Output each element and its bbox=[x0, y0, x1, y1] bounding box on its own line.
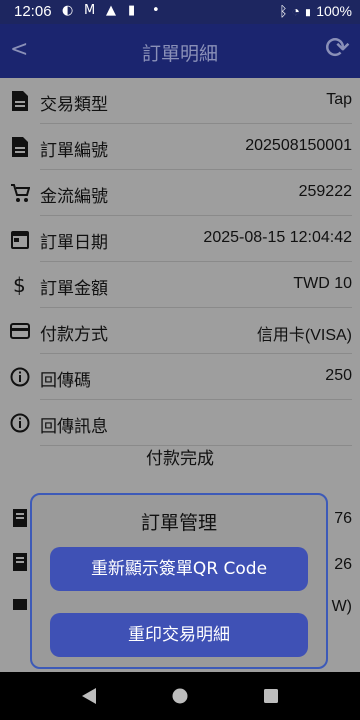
status-bar: 12:06 ◐ M ▲ ▮ • ᛒ ◔ ▮ 100% bbox=[0, 0, 360, 24]
row-value: 259222 bbox=[298, 183, 352, 200]
document-icon bbox=[12, 91, 28, 111]
row-order-date: 訂單日期 2025-08-15 12:04:42 bbox=[0, 216, 360, 262]
system-nav-bar bbox=[0, 672, 360, 720]
document-icon bbox=[12, 137, 28, 157]
row-label: 回傳碼 bbox=[40, 371, 91, 391]
refresh-icon[interactable]: ⟳ bbox=[325, 34, 350, 64]
order-detail-list: 交易類型 Tap 訂單編號 202508150001 金流編號 259222 訂… bbox=[0, 78, 360, 446]
row-label: 交易類型 bbox=[40, 95, 108, 115]
row-payment-flow-number: 金流編號 259222 bbox=[0, 170, 360, 216]
row-order-number: 訂單編號 202508150001 bbox=[0, 124, 360, 170]
app-notification-icon: ◐ bbox=[62, 3, 74, 18]
hidden-row-value: 26 bbox=[334, 556, 352, 573]
order-management-dialog: 訂單管理 重新顯示簽單QR Code 重印交易明細 bbox=[30, 493, 328, 669]
row-label: 訂單編號 bbox=[40, 141, 108, 161]
row-value: TWD 10 bbox=[293, 275, 352, 292]
cart-icon bbox=[11, 184, 30, 202]
row-value: 信用卡(VISA) bbox=[256, 327, 352, 344]
status-time: 12:06 bbox=[14, 3, 52, 20]
notification-icon: ▲ bbox=[106, 3, 116, 18]
hidden-row-value: W) bbox=[331, 598, 352, 615]
credit-card-icon bbox=[10, 323, 30, 339]
bluetooth-icon: ᛒ bbox=[279, 3, 288, 19]
row-value: 2025-08-15 12:04:42 bbox=[203, 229, 352, 246]
wifi-icon: ◔ bbox=[291, 3, 300, 19]
info-icon bbox=[10, 367, 30, 387]
page-title: 訂單明細 bbox=[141, 43, 218, 65]
row-label: 訂單金額 bbox=[40, 279, 108, 299]
nav-recents-icon[interactable] bbox=[262, 686, 280, 706]
payment-status: 付款完成 bbox=[146, 449, 214, 469]
dialog-title: 訂單管理 bbox=[140, 512, 217, 534]
row-label: 回傳訊息 bbox=[40, 417, 108, 437]
row-transaction-type: 交易類型 Tap bbox=[0, 78, 360, 124]
row-value: Tap bbox=[326, 91, 352, 108]
notification-icon-2: ▮ bbox=[128, 3, 136, 18]
receipt-icon bbox=[13, 553, 27, 571]
info-icon bbox=[10, 413, 30, 433]
hidden-row-value: 76 bbox=[334, 510, 352, 527]
row-label: 付款方式 bbox=[40, 325, 108, 345]
row-label: 訂單日期 bbox=[40, 233, 108, 253]
status-right: ᛒ ◔ ▮ 100% bbox=[279, 3, 352, 19]
row-order-amount: $ 訂單金額 TWD 10 bbox=[0, 262, 360, 308]
receipt-icon bbox=[13, 599, 27, 610]
battery-level: 100% bbox=[316, 3, 352, 19]
dollar-icon: $ bbox=[13, 274, 26, 296]
receipt-icon bbox=[13, 509, 27, 527]
calendar-icon bbox=[11, 231, 29, 249]
app-bar: < 訂單明細 ⟳ bbox=[0, 24, 360, 78]
svg-text:$: $ bbox=[13, 274, 26, 296]
redisplay-qr-button[interactable]: 重新顯示簽單QR Code bbox=[50, 547, 308, 591]
row-return-message: 回傳訊息 bbox=[0, 400, 360, 446]
gmail-icon: M bbox=[84, 3, 96, 18]
nav-home-icon[interactable] bbox=[171, 686, 189, 706]
row-return-code: 回傳碼 250 bbox=[0, 354, 360, 400]
row-value: 202508150001 bbox=[245, 137, 352, 154]
more-notifications-dot: • bbox=[152, 3, 160, 18]
row-value: 250 bbox=[325, 367, 352, 384]
row-label: 金流編號 bbox=[40, 187, 108, 207]
reprint-details-button[interactable]: 重印交易明細 bbox=[50, 613, 308, 657]
battery-icon: ▮ bbox=[303, 3, 313, 19]
nav-back-icon[interactable] bbox=[80, 686, 98, 706]
row-payment-method: 付款方式 信用卡(VISA) bbox=[0, 308, 360, 354]
